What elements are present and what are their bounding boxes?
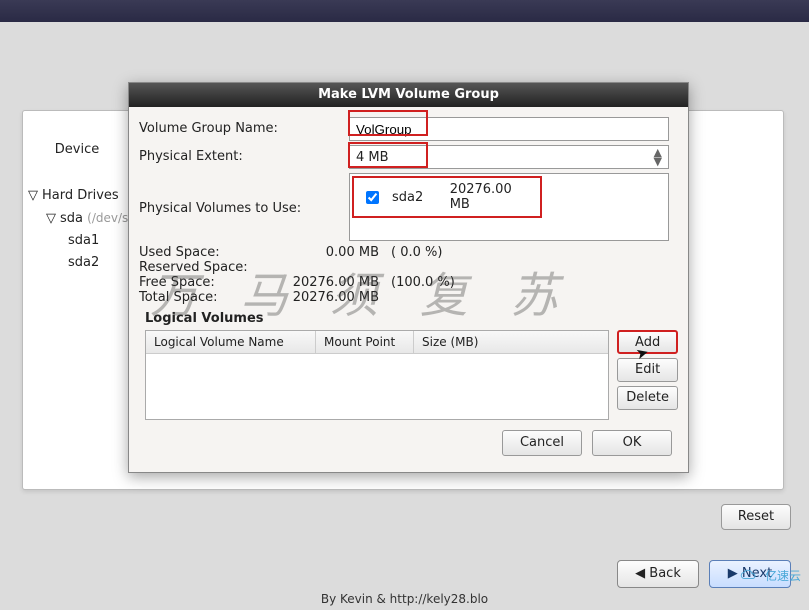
- lv-edit-button[interactable]: Edit: [617, 358, 678, 382]
- free-space-value: 20276.00 MB: [269, 275, 379, 290]
- used-space-label: Used Space:: [139, 245, 269, 260]
- pv-item-size: 20276.00 MB: [450, 182, 532, 212]
- tree-root[interactable]: ▽ Hard Drives: [28, 185, 143, 207]
- brand-text: 亿速云: [765, 567, 801, 584]
- logical-volumes-table[interactable]: Logical Volume Name Mount Point Size (MB…: [145, 330, 609, 420]
- pv-checkbox[interactable]: [366, 191, 379, 204]
- dialog-title: Make LVM Volume Group: [129, 83, 688, 107]
- device-tree: ▽Hard Drives ▽sda (/dev/sda sda1 sda2: [28, 185, 143, 274]
- device-column-header: Device: [32, 135, 122, 165]
- ok-button[interactable]: OK: [592, 430, 672, 456]
- back-button[interactable]: ◀ Back: [617, 560, 699, 588]
- back-label: Back: [649, 566, 681, 581]
- vg-name-input[interactable]: [349, 117, 669, 141]
- cloud-icon: [737, 569, 761, 583]
- free-space-pct: (100.0 %): [379, 275, 459, 290]
- menubar[interactable]: [0, 0, 809, 22]
- reserved-space-label: Reserved Space:: [139, 260, 269, 275]
- used-space-pct: ( 0.0 %): [379, 245, 459, 260]
- highlight-box: sda2 20276.00 MB: [352, 176, 542, 218]
- arrow-left-icon: ◀: [635, 566, 645, 581]
- make-lvm-dialog: Make LVM Volume Group Volume Group Name:…: [128, 82, 689, 473]
- pe-value: 4 MB: [356, 150, 389, 165]
- lv-col-size: Size (MB): [414, 331, 608, 353]
- pv-item[interactable]: sda2 20276.00 MB: [356, 179, 538, 215]
- brand-logo: 亿速云: [737, 567, 801, 584]
- pv-label: Physical Volumes to Use:: [139, 173, 349, 216]
- logical-volumes-header: Logical Volumes: [145, 311, 678, 326]
- lv-col-name: Logical Volume Name: [146, 331, 316, 353]
- spinner-icon[interactable]: ▲▼: [654, 148, 662, 166]
- pv-item-name: sda2: [392, 190, 440, 205]
- total-space-value: 20276.00 MB: [269, 290, 379, 305]
- chevron-down-icon[interactable]: ▽: [28, 188, 38, 203]
- vg-name-label: Volume Group Name:: [139, 117, 349, 136]
- chevron-down-icon[interactable]: ▽: [46, 211, 56, 226]
- pe-label: Physical Extent:: [139, 145, 349, 164]
- tree-root-label: Hard Drives: [42, 188, 119, 203]
- free-space-label: Free Space:: [139, 275, 269, 290]
- lv-delete-button[interactable]: Delete: [617, 386, 678, 410]
- total-space-label: Total Space:: [139, 290, 269, 305]
- tree-disk-label: sda: [60, 211, 83, 226]
- footer-credit: By Kevin & http://kely28.blo: [0, 592, 809, 606]
- lv-col-mount: Mount Point: [316, 331, 414, 353]
- physical-volumes-list[interactable]: sda2 20276.00 MB: [349, 173, 669, 241]
- used-space-value: 0.00 MB: [269, 245, 379, 260]
- cancel-button[interactable]: Cancel: [502, 430, 582, 456]
- space-stats: Used Space:0.00 MB( 0.0 %) Reserved Spac…: [139, 245, 678, 305]
- lv-table-header: Logical Volume Name Mount Point Size (MB…: [146, 331, 608, 354]
- reset-button[interactable]: Reset: [721, 504, 791, 530]
- physical-extent-select[interactable]: 4 MB ▲▼: [349, 145, 669, 169]
